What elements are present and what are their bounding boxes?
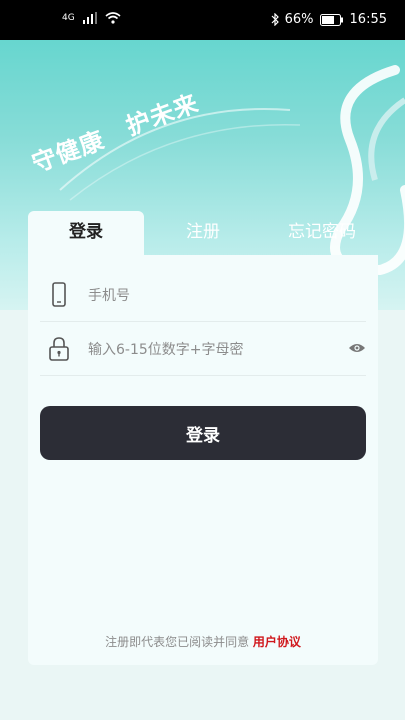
login-button[interactable]: 登录	[40, 406, 366, 460]
user-agreement-link[interactable]: 用户协议	[253, 635, 301, 649]
battery-percent: 66%	[284, 12, 314, 27]
phone-row	[40, 269, 366, 322]
status-bar: 4G 66% 16:55	[0, 0, 405, 40]
signal-icon	[82, 12, 97, 24]
login-card: 登录 注册即代表您已阅读并同意 用户协议	[28, 255, 378, 665]
tab-register[interactable]: 注册	[168, 211, 238, 255]
lock-icon	[49, 337, 69, 361]
bluetooth-icon	[271, 13, 279, 26]
battery-icon	[319, 13, 343, 26]
password-row	[40, 323, 366, 376]
phone-input[interactable]	[86, 280, 330, 312]
agreement-notice: 注册即代表您已阅读并同意 用户协议	[28, 633, 378, 650]
phone-icon	[52, 282, 66, 307]
wifi-icon	[105, 12, 121, 24]
eye-icon[interactable]	[348, 341, 366, 355]
password-input[interactable]	[86, 334, 330, 366]
auth-tabs: 登录 注册 忘记密码	[28, 211, 378, 255]
tab-forgot-password[interactable]: 忘记密码	[266, 211, 378, 255]
clock: 16:55	[349, 12, 387, 27]
agreement-text: 注册即代表您已阅读并同意	[105, 635, 250, 649]
network-type: 4G	[62, 13, 75, 23]
tab-login[interactable]: 登录	[28, 211, 144, 255]
